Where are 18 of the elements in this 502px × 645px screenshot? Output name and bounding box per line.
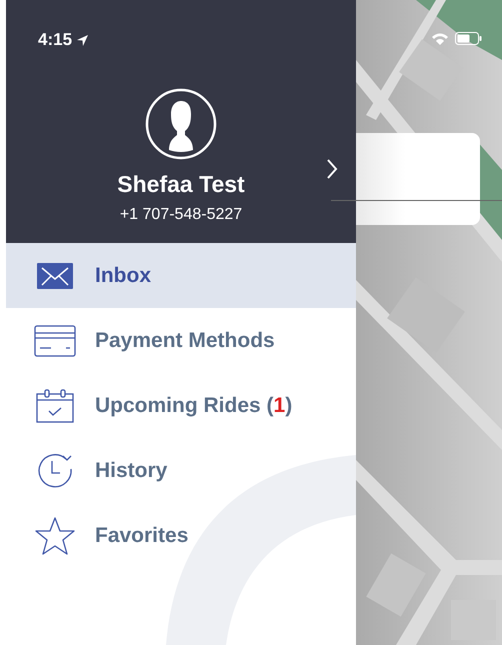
avatar-icon [145, 88, 217, 160]
menu-item[interactable]: Favorites [6, 503, 356, 568]
menu-item[interactable]: History [6, 438, 356, 503]
battery-icon [455, 32, 482, 45]
location-arrow-icon [76, 34, 90, 46]
profile-phone: +1 707-548-5227 [120, 206, 242, 224]
chevron-right-icon[interactable] [326, 158, 338, 180]
envelope-icon [36, 260, 74, 290]
calendar-check-icon [36, 388, 74, 422]
credit-card-icon [34, 324, 76, 356]
status-time: 4:15 [38, 30, 72, 50]
menu-item[interactable]: Inbox [6, 243, 356, 308]
profile-name: Shefaa Test [117, 171, 245, 198]
wifi-icon [431, 32, 449, 45]
star-icon [34, 516, 76, 556]
menu-item[interactable]: Payment Methods [6, 308, 356, 373]
menu-item[interactable]: Upcoming Rides (1) [6, 373, 356, 438]
clock-history-icon [36, 452, 74, 490]
